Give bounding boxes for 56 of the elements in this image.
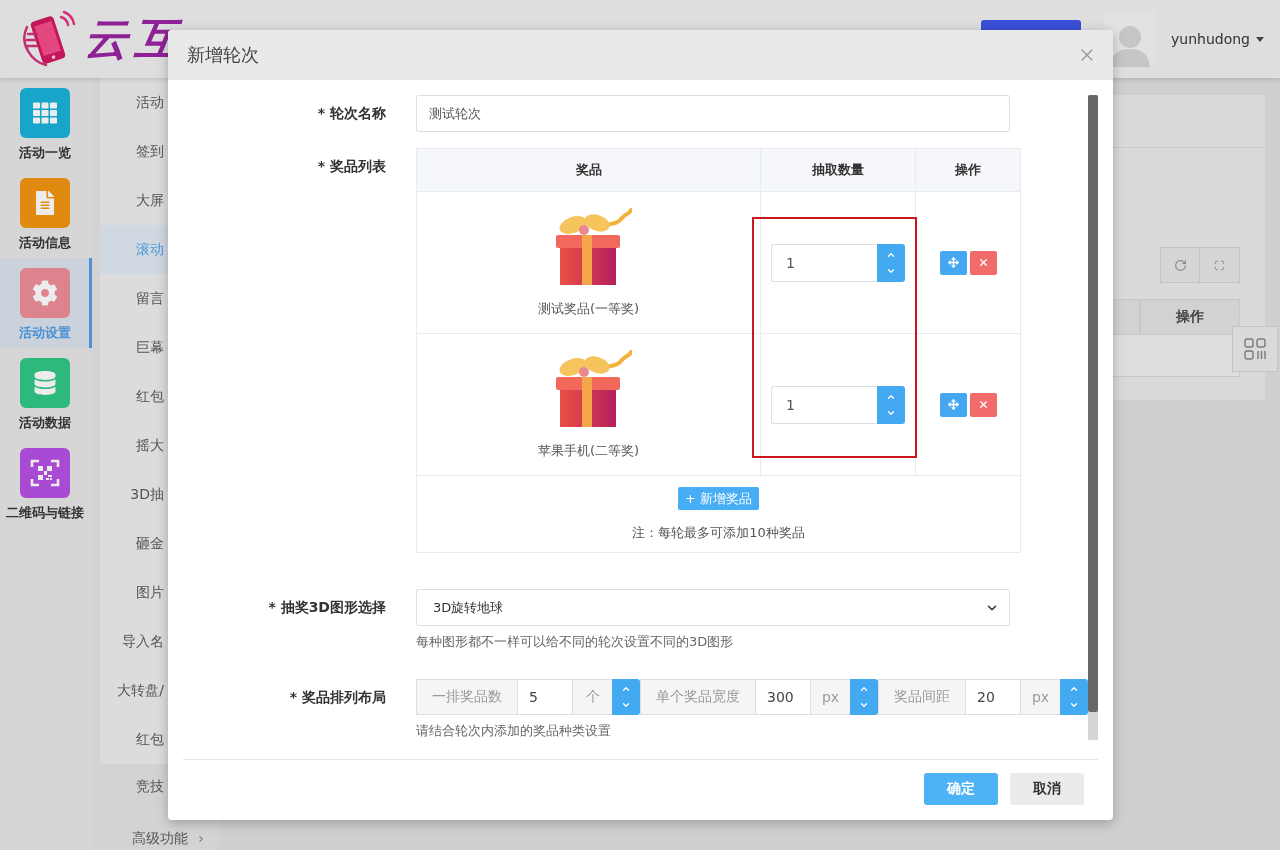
shape-select[interactable]: 3D旋转地球 [416,589,1010,626]
stepper[interactable] [612,679,640,715]
move-icon [947,257,959,268]
form-label: * 轮次名称 [316,104,386,123]
hint-text: 请结合轮次内添加的奖品种类设置 [416,723,611,739]
move-icon [947,399,959,410]
chevron-down-icon[interactable] [621,700,631,710]
nav-item[interactable]: 活动信息 [0,168,92,258]
round-name-input[interactable]: 测试轮次 [416,95,1010,132]
x-icon [977,257,989,268]
fullscreen-icon [1214,259,1225,271]
note-text: 注：每轮最多可添加10种奖品 [631,524,806,542]
phone-logo-icon [20,10,76,68]
hint-text: 每种图形都不一样可以给不同的轮次设置不同的3D图形 [416,634,734,650]
prize-name: 测试奖品(一等奖) [537,299,640,318]
form-label: * 抽奖3D图形选择 [267,598,386,617]
addon-label: 单个奖品宽度 [640,679,755,715]
chevron-up-icon[interactable] [859,684,869,694]
unit-label: px [1020,679,1060,715]
grid-view-icon [1244,338,1266,360]
stepper[interactable] [1060,679,1088,715]
move-button[interactable] [939,392,967,417]
unit-label: 个 [572,679,612,715]
column-header: 奖品 [416,148,761,192]
form-label: * 奖品排列布局 [288,688,386,707]
refresh-icon [1173,258,1187,272]
user-menu[interactable]: yunhudong [1171,31,1264,47]
stepper[interactable] [877,243,905,282]
prize-name: 苹果手机(二等奖) [537,441,640,460]
caret-down-icon [1256,36,1264,42]
stepper[interactable] [850,679,878,715]
x-icon [977,399,989,410]
column-header: 抽取数量 [760,148,916,192]
stepper[interactable] [877,385,905,424]
chevron-up-icon[interactable] [1069,684,1079,694]
layout-toggle-button[interactable] [1232,326,1278,372]
column-header: 操作 [915,148,1021,192]
unit-label: px [810,679,850,715]
refresh-button[interactable] [1160,247,1200,283]
cancel-button[interactable]: 取消 [1010,773,1084,805]
nav-item[interactable]: 活动一览 [0,78,92,168]
nav-item[interactable]: 二维码与链接 [0,438,92,528]
addon-label: 奖品间距 [878,679,965,715]
delete-button[interactable] [969,250,997,275]
nav-item[interactable]: 活动数据 [0,348,92,438]
chevron-down-icon[interactable] [859,700,869,710]
delete-button[interactable] [969,392,997,417]
move-button[interactable] [939,250,967,275]
chevron-down-icon[interactable] [1069,700,1079,710]
form-label: * 奖品列表 [316,157,386,176]
addon-label: 一排奖品数 [416,679,517,715]
column-header: 操作 [1140,299,1240,335]
dialog-title: 新增轮次 [187,43,259,67]
chevron-right-icon [196,834,206,844]
submenu-item[interactable]: 高级功能 [92,809,220,850]
chevron-up-icon[interactable] [621,684,631,694]
